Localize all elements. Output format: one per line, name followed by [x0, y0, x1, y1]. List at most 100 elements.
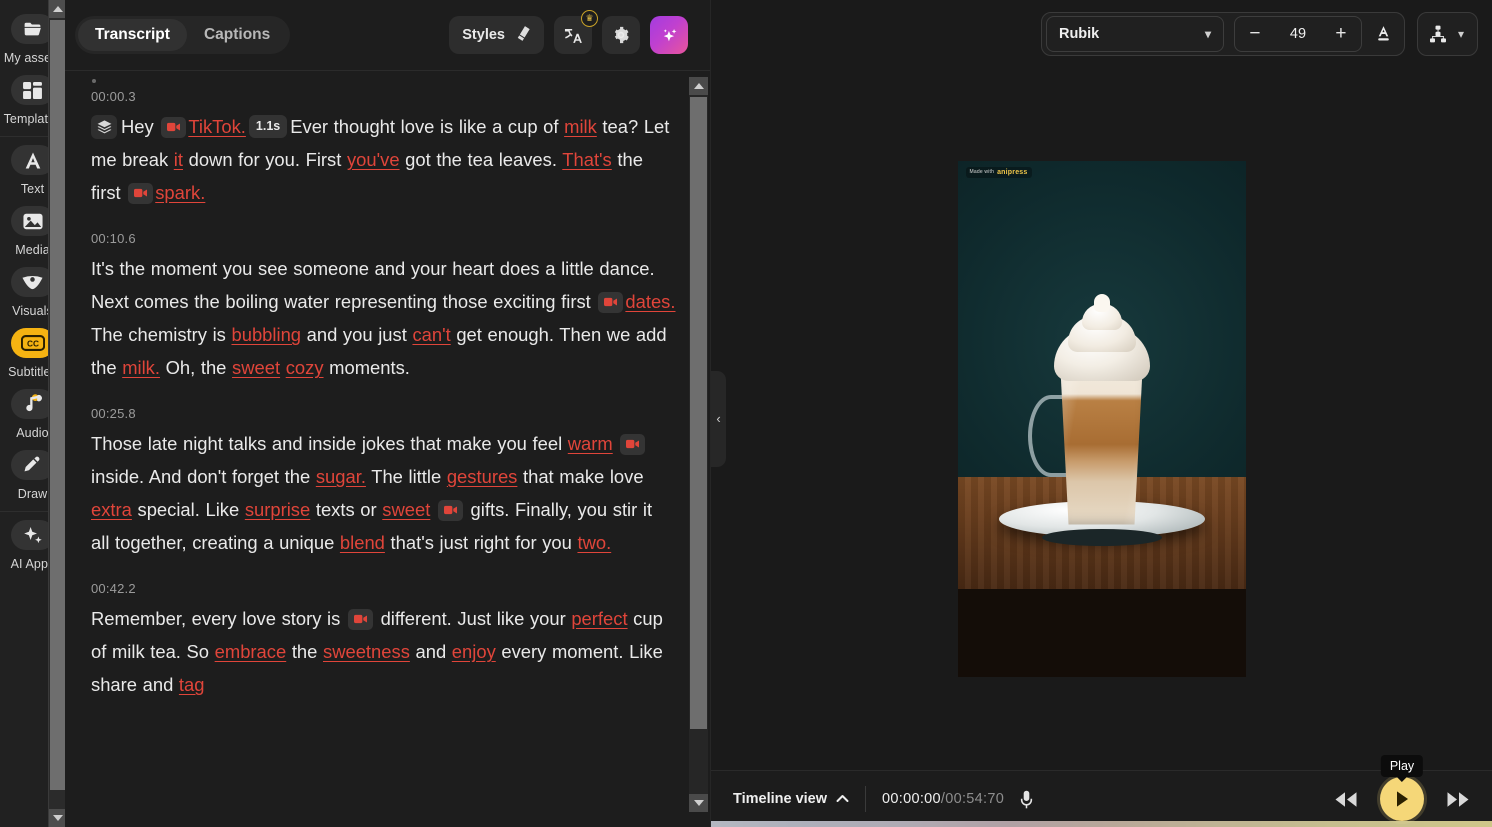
tab-transcript[interactable]: Transcript	[78, 19, 187, 51]
transcript-paragraph[interactable]: 00:00.3 Hey TikTok. 1.1s Ever thought love …	[91, 89, 676, 209]
transcript-keyword[interactable]: you've	[347, 149, 400, 170]
chevron-down-icon[interactable]: ▾	[1458, 27, 1464, 41]
chevron-up-icon	[693, 83, 704, 89]
ai-assistant-button[interactable]	[650, 16, 688, 54]
transcript-keyword[interactable]: sweet	[382, 499, 430, 520]
transcript-plain-text: the	[286, 641, 323, 662]
transcript-plain-text: The chemistry is	[91, 324, 232, 345]
video-camera-icon[interactable]	[161, 116, 187, 138]
transcript-keyword[interactable]: dates.	[625, 291, 675, 312]
transcript-keyword[interactable]: That's	[562, 149, 612, 170]
transcript-keyword[interactable]: extra	[91, 499, 132, 520]
settings-button[interactable]	[602, 16, 640, 54]
transcript-scroll-down-button[interactable]	[689, 794, 708, 812]
transcript-plain-text: that's just right for you	[384, 532, 578, 553]
video-camera-icon[interactable]	[598, 291, 624, 313]
translate-button[interactable]: ♛	[554, 10, 598, 54]
play-button[interactable]	[1380, 777, 1424, 821]
font-family-select[interactable]: Rubik ▾	[1045, 15, 1224, 52]
timeline-view-toggle[interactable]: Timeline view	[733, 791, 849, 807]
sidebar-item-label: Text	[20, 182, 45, 196]
sidebar-item-label: Media	[15, 243, 50, 257]
transcript-scroll-up-button[interactable]	[689, 77, 708, 95]
transcript-marker-dot	[92, 79, 96, 83]
fast-forward-button[interactable]	[1446, 791, 1470, 808]
transcript-keyword[interactable]: sweet	[232, 357, 280, 378]
play-button-wrapper: Play	[1380, 755, 1424, 821]
transcript-keyword[interactable]: sweetness	[323, 641, 410, 662]
sidebar-item-label: Visuals	[12, 304, 53, 318]
font-size-decrease-button[interactable]: −	[1239, 19, 1271, 49]
transcript-keyword[interactable]: warm	[568, 433, 613, 454]
transcript-plain-text: texts or	[310, 499, 383, 520]
transcript-text[interactable]: Hey TikTok. 1.1s Ever thought love is like…	[91, 110, 676, 209]
sidebar-scrollbar[interactable]	[48, 0, 65, 827]
transcript-scroll-thumb[interactable]	[690, 97, 707, 729]
transcript-keyword[interactable]: cozy	[286, 357, 324, 378]
transcript-keyword[interactable]: milk	[564, 116, 597, 137]
chevron-up-icon	[52, 6, 63, 12]
transcript-text[interactable]: Remember, every love story is different.…	[91, 602, 676, 701]
transcript-keyword[interactable]: gestures	[447, 466, 518, 487]
transcript-plain-text: The little	[365, 466, 447, 487]
transcript-timestamp: 00:00.3	[91, 89, 136, 104]
font-size-input[interactable]: 49	[1271, 26, 1325, 42]
transcript-keyword[interactable]: two.	[577, 532, 611, 553]
video-camera-icon[interactable]	[128, 182, 154, 204]
chevron-up-icon	[836, 791, 849, 807]
transcript-keyword[interactable]: it	[174, 149, 183, 170]
transcript-text[interactable]: It's the moment you see someone and your…	[91, 252, 676, 384]
premium-crown-badge: ♛	[581, 10, 598, 27]
preview-glass-highlight	[1059, 356, 1144, 525]
playback-bar: Timeline view 00:00:00/00:54:70 Play	[711, 755, 1492, 827]
text-color-button[interactable]	[1364, 16, 1404, 52]
transcript-keyword[interactable]: enjoy	[452, 641, 496, 662]
transcript-paragraph[interactable]: 00:25.8 Those late night talks and inside…	[91, 406, 676, 559]
transcript-keyword[interactable]: bubbling	[231, 324, 301, 345]
transcript-timestamp: 00:42.2	[91, 581, 136, 596]
sidebar-scroll-up-button[interactable]	[49, 0, 65, 18]
transcript-toolbar: Transcript Captions Styles ♛	[65, 0, 710, 71]
transcript-paragraph[interactable]: 00:10.6 It's the moment you see someone a…	[91, 231, 676, 384]
transcript-keyword[interactable]: tag	[179, 674, 205, 695]
styles-button-label: Styles	[462, 27, 505, 43]
watermark-prefix: Made with	[969, 169, 995, 175]
transcript-keyword[interactable]: TikTok.	[188, 116, 246, 137]
timeline-view-label: Timeline view	[733, 791, 828, 807]
layers-stack-icon[interactable]	[91, 115, 117, 140]
transcript-text[interactable]: Those late night talks and inside jokes …	[91, 427, 676, 559]
transcript-plain-text: Those late night talks and inside jokes …	[91, 433, 568, 454]
transcript-keyword[interactable]: milk.	[122, 357, 160, 378]
transcript-paragraph[interactable]: 00:42.2 Remember, every love story is dif…	[91, 581, 676, 701]
transcript-keyword[interactable]: surprise	[245, 499, 310, 520]
transcript-plain-text: It's the moment you see someone and your…	[91, 258, 655, 312]
sidebar-scroll-down-button[interactable]	[49, 809, 65, 827]
transcript-keyword[interactable]: perfect	[571, 608, 627, 629]
chevron-down-icon: ▾	[1204, 26, 1211, 41]
transcript-keyword[interactable]: blend	[340, 532, 385, 553]
video-camera-icon[interactable]	[347, 608, 373, 630]
video-camera-icon[interactable]	[620, 433, 646, 455]
transcript-keyword[interactable]: embrace	[215, 641, 287, 662]
transcript-scrollbar[interactable]	[689, 77, 708, 812]
transcript-plain-text: Oh, the	[159, 357, 233, 378]
tab-captions[interactable]: Captions	[187, 19, 287, 51]
voice-record-button[interactable]	[1019, 790, 1034, 809]
transcript-plain-text: moments.	[323, 357, 410, 378]
align-distribute-button[interactable]	[1418, 16, 1458, 52]
svg-text:CC: CC	[27, 339, 39, 349]
transcript-body: 00:00.3 Hey TikTok. 1.1s Ever thought love …	[65, 71, 710, 827]
transcript-keyword[interactable]: can't	[412, 324, 450, 345]
pause-duration-badge[interactable]: 1.1s	[248, 114, 288, 138]
collapse-panel-handle[interactable]: ‹	[711, 370, 726, 467]
transcript-keyword[interactable]: spark.	[155, 182, 205, 203]
transcript-keyword[interactable]: sugar.	[316, 466, 366, 487]
transcript-plain-text	[613, 433, 619, 454]
text-properties-toolbar: Rubik ▾ − 49 + ▾	[711, 0, 1492, 67]
video-preview[interactable]: Made with anipress	[957, 160, 1246, 677]
font-size-increase-button[interactable]: +	[1325, 19, 1357, 49]
styles-button[interactable]: Styles	[449, 16, 544, 54]
rewind-button[interactable]	[1334, 791, 1358, 808]
video-camera-icon[interactable]	[437, 499, 463, 521]
sidebar-scroll-thumb[interactable]	[50, 20, 65, 790]
